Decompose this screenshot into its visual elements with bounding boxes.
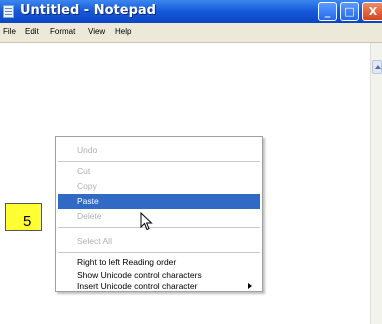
ctx-insert-unicode-label: Insert Unicode control character — [77, 281, 198, 291]
menu-edit[interactable]: Edit — [25, 27, 39, 36]
submenu-arrow-icon — [248, 283, 252, 289]
ctx-cut[interactable]: Cut — [58, 164, 260, 179]
ctx-paste[interactable]: Paste — [58, 194, 260, 209]
step-marker: 5 — [5, 203, 42, 231]
menu-help[interactable]: Help — [115, 27, 131, 36]
mouse-pointer-icon — [140, 212, 153, 231]
vertical-scrollbar[interactable] — [370, 43, 382, 324]
close-icon: X — [368, 5, 378, 18]
ctx-copy[interactable]: Copy — [58, 179, 260, 194]
ctx-separator — [58, 161, 260, 162]
title-bar[interactable]: Untitled - Notepad _ □ X — [0, 0, 382, 23]
maximize-icon: □ — [344, 5, 355, 18]
minimize-icon: _ — [324, 5, 331, 18]
ctx-select-all[interactable]: Select All — [58, 234, 260, 249]
ctx-undo[interactable]: Undo — [58, 143, 260, 158]
window-title: Untitled - Notepad — [20, 3, 156, 18]
maximize-button[interactable]: □ — [340, 2, 359, 21]
menu-file[interactable]: File — [3, 27, 16, 36]
menu-view[interactable]: View — [88, 27, 105, 36]
context-menu: Undo Cut Copy Paste Delete Select All Ri… — [55, 136, 263, 292]
close-button[interactable]: X — [362, 2, 382, 21]
step-number: 5 — [23, 213, 32, 230]
ctx-separator — [58, 227, 260, 228]
ctx-insert-unicode[interactable]: Insert Unicode control character — [58, 281, 260, 291]
ctx-separator — [58, 252, 260, 253]
minimize-button[interactable]: _ — [318, 2, 337, 21]
menu-format[interactable]: Format — [50, 27, 75, 36]
menu-bar: File Edit Format View Help — [0, 23, 382, 43]
ctx-delete[interactable]: Delete — [58, 209, 260, 224]
notepad-app-icon[interactable] — [3, 5, 14, 18]
scroll-up-arrow-icon[interactable] — [372, 60, 382, 74]
